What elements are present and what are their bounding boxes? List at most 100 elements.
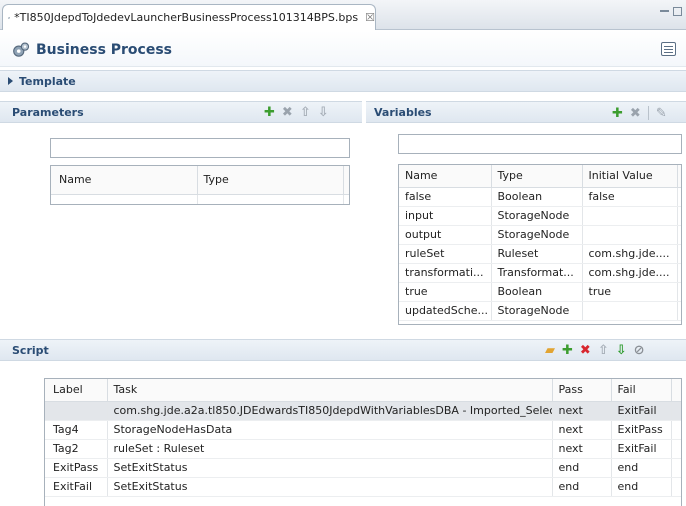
minimize-icon[interactable] [660,7,669,12]
variable-initial-value: com.shg.jde.... [582,263,678,283]
variable-name: true [399,282,492,302]
move-down-step-icon[interactable]: ⇩ [616,344,627,357]
table-row[interactable]: ExitPass SetExitStatus end end [45,458,681,478]
table-row[interactable]: Tag2 ruleSet : Ruleset next ExitFail [45,439,681,459]
add-step-icon[interactable]: ✚ [562,344,573,357]
variables-col-name[interactable]: Name [399,165,492,188]
variable-type: Boolean [491,187,583,207]
variables-table: Name Type Initial Value false Boolean fa… [398,164,682,325]
template-section-label: Template [19,74,76,88]
script-step-task: SetExitStatus [107,477,553,497]
template-section-header[interactable]: Template [0,70,686,92]
variables-col-initial-value[interactable]: Initial Value [582,165,678,188]
document-view-icon[interactable] [661,42,676,56]
variable-type: Boolean [491,282,583,302]
script-step-fail: ExitPass [611,420,672,440]
close-tab-icon[interactable]: ☒ [365,11,375,24]
variable-initial-value [582,225,678,245]
delete-parameter-icon[interactable]: ✖ [282,106,293,119]
parameters-filter-input[interactable] [50,138,350,158]
variable-type: StorageNode [491,225,583,245]
script-step-label: Tag4 [45,420,108,440]
script-step-task: ruleSet : Ruleset [107,439,553,459]
disable-step-icon[interactable]: ⊘ [634,344,645,357]
script-step-pass: next [552,439,612,459]
business-process-gear-icon [8,16,11,19]
variable-name: input [399,206,492,226]
business-process-gear-icon [13,42,30,57]
variable-type: Transformat... [491,263,583,283]
variable-initial-value: false [582,187,678,207]
page-title: Business Process [36,42,173,58]
table-row[interactable]: ruleSet Ruleset com.shg.jde.... [399,244,681,264]
open-folder-icon[interactable]: ▰ [545,344,555,357]
edit-variable-icon[interactable]: ✎ [656,107,667,120]
script-step-task: SetExitStatus [107,458,553,478]
table-row[interactable]: com.shg.jde.a2a.tl850.JDEdwardsTI850Jdep… [45,401,681,421]
script-col-label[interactable]: Label [45,379,108,402]
table-row[interactable]: false Boolean false [399,187,681,207]
script-step-fail: end [611,477,672,497]
parameters-table: Name Type [50,165,350,205]
variable-name: false [399,187,492,207]
variables-filter-input[interactable] [398,134,682,154]
script-col-pass[interactable]: Pass [552,379,612,402]
parameters-col-filler [343,166,349,195]
editor-tab[interactable]: *TI850JdepdToJdedevLauncherBusinessProce… [2,4,376,30]
maximize-icon[interactable] [673,7,682,16]
table-row[interactable] [51,194,349,204]
script-step-label: Tag2 [45,439,108,459]
variable-initial-value [582,301,678,321]
delete-step-icon[interactable]: ✖ [580,344,591,357]
add-variable-icon[interactable]: ✚ [612,107,623,120]
table-row[interactable]: output StorageNode [399,225,681,245]
table-row[interactable]: ExitFail SetExitStatus end end [45,477,681,497]
parameters-section-label: Parameters [12,105,84,119]
editor-tab-title: *TI850JdepdToJdedevLauncherBusinessProce… [14,11,359,24]
form-header: Business Process [0,31,686,67]
variables-col-type[interactable]: Type [491,165,583,188]
variable-initial-value [582,206,678,226]
script-col-task[interactable]: Task [107,379,553,402]
toolbar-separator [647,106,649,120]
script-toolbar: ▰ ✚ ✖ ⇧ ⇩ ⊘ [545,344,645,357]
variable-name: transformati... [399,263,492,283]
table-row[interactable]: input StorageNode [399,206,681,226]
parameters-col-type[interactable]: Type [197,166,344,195]
expand-triangle-icon [8,77,13,85]
script-step-label [45,401,108,421]
script-step-label: ExitFail [45,477,108,497]
script-col-filler [671,379,681,402]
parameters-toolbar: ✚ ✖ ⇧ ⇩ [264,106,329,119]
variable-initial-value: com.shg.jde.... [582,244,678,264]
editor-tab-bar: *TI850JdepdToJdedevLauncherBusinessProce… [0,0,686,30]
script-step-fail: ExitFail [611,439,672,459]
script-table: Label Task Pass Fail com.shg.jde.a2a.tl8… [44,378,682,506]
variables-toolbar: ✚ ✖ ✎ [612,106,667,120]
variable-initial-value: true [582,282,678,302]
move-up-parameter-icon[interactable]: ⇧ [300,106,311,119]
variable-type: StorageNode [491,206,583,226]
script-step-pass: next [552,420,612,440]
variables-col-filler [677,165,681,188]
script-step-fail: ExitFail [611,401,672,421]
script-step-task: com.shg.jde.a2a.tl850.JDEdwardsTI850Jdep… [107,401,553,421]
table-row[interactable]: transformati... Transformat... com.shg.j… [399,263,681,283]
add-parameter-icon[interactable]: ✚ [264,106,275,119]
script-step-pass: end [552,477,612,497]
parameters-col-name[interactable]: Name [51,166,198,195]
variable-name: updatedSche... [399,301,492,321]
script-step-pass: end [552,458,612,478]
move-down-parameter-icon[interactable]: ⇩ [318,106,329,119]
script-col-fail[interactable]: Fail [611,379,672,402]
script-step-fail: end [611,458,672,478]
table-row[interactable]: Tag4 StorageNodeHasData next ExitPass [45,420,681,440]
script-section-label: Script [12,343,49,357]
table-row[interactable]: updatedSche... StorageNode [399,301,681,321]
table-row[interactable]: true Boolean true [399,282,681,302]
variable-name: ruleSet [399,244,492,264]
variable-name: output [399,225,492,245]
delete-variable-icon[interactable]: ✖ [630,107,641,120]
script-step-pass: next [552,401,612,421]
move-up-step-icon[interactable]: ⇧ [598,344,609,357]
